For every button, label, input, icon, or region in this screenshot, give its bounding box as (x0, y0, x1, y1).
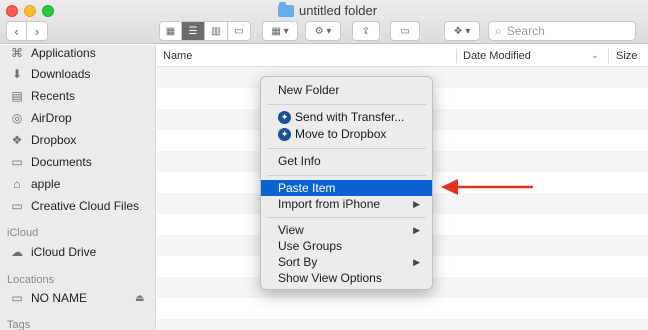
sidebar-item-label: iCloud Drive (31, 245, 97, 259)
sidebar-item-label: Downloads (31, 67, 91, 81)
sidebar: ⌘ Applications ⬇ Downloads ▤ Recents ◎ A… (0, 45, 156, 330)
columns-icon: ▥ (211, 25, 221, 37)
minimize-window-button[interactable] (24, 5, 36, 17)
dropbox-icon: ✦ (278, 110, 291, 124)
column-view-button[interactable]: ▥ (205, 21, 228, 41)
close-window-button[interactable] (6, 5, 18, 17)
gallery-icon: ▭ (234, 25, 244, 37)
zoom-window-button[interactable] (42, 5, 54, 17)
sidebar-item-applications[interactable]: ⌘ Applications (8, 45, 96, 61)
sidebar-heading-icloud: iCloud (7, 227, 39, 239)
menu-item-show-view-options[interactable]: Show View Options (261, 270, 432, 286)
toolbar: untitled folder ‹ › ▦ ☰ ▥ ▭ ▦ ▾ ⚙ ▾ ⇪ ▭ … (0, 0, 648, 44)
window-title: untitled folder (278, 1, 378, 18)
column-date-modified[interactable]: Date Modified (463, 50, 531, 62)
icon-view-button[interactable]: ▦ (159, 21, 182, 41)
menu-item-new-folder[interactable]: New Folder (261, 82, 432, 98)
sidebar-item-recents[interactable]: ▤ Recents (8, 88, 75, 104)
group-icon: ▦ ▾ (271, 25, 289, 37)
back-button[interactable]: ‹ (6, 21, 27, 41)
sidebar-item-label: apple (31, 177, 61, 191)
submenu-arrow-icon: ▶ (413, 198, 420, 209)
menu-separator (267, 217, 426, 218)
folder-icon: ▭ (11, 199, 23, 213)
empty-row (157, 319, 648, 330)
navigation-group: ‹ › (6, 21, 48, 41)
chevron-left-icon: ‹ (14, 23, 19, 39)
applications-icon: ⌘ (11, 46, 23, 60)
group-by-button[interactable]: ▦ ▾ (262, 21, 298, 41)
tag-icon: ▭ (400, 25, 410, 37)
action-button[interactable]: ⚙ ▾ (305, 21, 341, 41)
sidebar-item-no-name[interactable]: ▭ NO NAME ⏏ (8, 290, 148, 306)
menu-separator (267, 175, 426, 176)
cloud-icon: ☁ (11, 245, 23, 259)
menu-separator (267, 148, 426, 149)
eject-icon[interactable]: ⏏ (135, 293, 144, 304)
menu-item-view[interactable]: View ▶ (261, 222, 432, 238)
home-icon: ⌂ (13, 177, 21, 191)
dropbox-menu-button[interactable]: ❖ ▾ (444, 21, 480, 41)
sidebar-item-documents[interactable]: ▭ Documents (8, 154, 92, 170)
column-divider (608, 48, 609, 64)
menu-item-move-to-dropbox[interactable]: ✦ Move to Dropbox (261, 126, 432, 142)
dropbox-icon: ❖ ▾ (453, 25, 471, 37)
list-icon: ☰ (188, 25, 198, 37)
column-size[interactable]: Size (616, 50, 637, 62)
sidebar-heading-tags: Tags (7, 319, 31, 330)
sidebar-item-label: Creative Cloud Files (31, 199, 140, 213)
gear-icon: ⚙ ▾ (314, 25, 332, 37)
folder-icon (278, 1, 294, 17)
grid-icon: ▦ (165, 25, 176, 37)
sidebar-item-label: AirDrop (31, 111, 72, 125)
recents-icon: ▤ (11, 89, 23, 103)
sidebar-item-label: Documents (31, 155, 92, 169)
gallery-view-button[interactable]: ▭ (228, 21, 251, 41)
menu-item-get-info[interactable]: Get Info (261, 153, 432, 169)
menu-item-import-from-iphone[interactable]: Import from iPhone ▶ (261, 196, 432, 212)
sidebar-item-apple[interactable]: ⌂ apple (8, 176, 60, 192)
edit-tags-button[interactable]: ▭ (390, 21, 420, 41)
dropbox-icon: ✦ (278, 127, 291, 141)
sidebar-item-label: Dropbox (31, 133, 77, 147)
sidebar-item-airdrop[interactable]: ◎ AirDrop (8, 110, 72, 126)
sidebar-item-label: Recents (31, 89, 76, 103)
search-placeholder: Search (506, 24, 545, 38)
menu-item-use-groups[interactable]: Use Groups (261, 238, 432, 254)
annotation-arrow-icon (441, 179, 533, 195)
menu-item-send-with-transfer[interactable]: ✦ Send with Transfer... (261, 109, 432, 125)
window-title-text: untitled folder (299, 3, 378, 18)
column-divider (456, 48, 457, 64)
share-icon: ⇪ (361, 25, 371, 37)
airdrop-icon: ◎ (11, 111, 23, 125)
column-name[interactable]: Name (163, 50, 192, 62)
search-field[interactable]: ⌕ Search (488, 21, 636, 41)
sidebar-item-icloud-drive[interactable]: ☁ iCloud Drive (8, 244, 96, 260)
menu-item-sort-by[interactable]: Sort By ▶ (261, 254, 432, 270)
sidebar-item-dropbox[interactable]: ❖ Dropbox (8, 132, 77, 148)
list-view-button[interactable]: ☰ (182, 21, 205, 41)
submenu-arrow-icon: ▶ (413, 224, 420, 235)
sidebar-item-downloads[interactable]: ⬇ Downloads (8, 66, 90, 82)
documents-icon: ▭ (11, 155, 23, 169)
sidebar-heading-locations: Locations (7, 274, 55, 286)
sidebar-item-label: NO NAME (31, 291, 88, 305)
column-header: Name Date Modified ⌄ Size (157, 45, 648, 67)
drive-icon: ▭ (11, 291, 23, 305)
submenu-arrow-icon: ▶ (413, 256, 420, 267)
share-button[interactable]: ⇪ (352, 21, 380, 41)
context-menu: New Folder ✦ Send with Transfer... ✦ Mov… (260, 76, 433, 290)
sidebar-item-creative-cloud-files[interactable]: ▭ Creative Cloud Files (8, 198, 139, 214)
chevron-right-icon: › (34, 23, 40, 39)
view-mode-group: ▦ ☰ ▥ ▭ (159, 21, 251, 41)
sort-chevron-icon: ⌄ (591, 50, 599, 60)
downloads-icon: ⬇ (11, 67, 23, 81)
search-icon: ⌕ (495, 23, 502, 38)
dropbox-icon: ❖ (11, 133, 23, 147)
menu-item-paste-item[interactable]: Paste Item (261, 180, 432, 196)
forward-button[interactable]: › (27, 21, 48, 41)
menu-separator (267, 104, 426, 105)
sidebar-item-label: Applications (31, 46, 96, 60)
